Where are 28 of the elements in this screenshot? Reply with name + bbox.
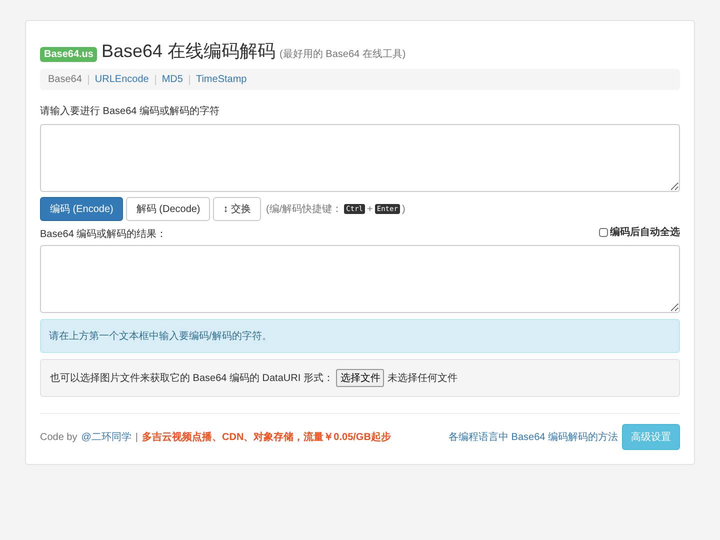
credit-text: Code by: [40, 432, 78, 442]
plus-sign: +: [367, 204, 373, 214]
info-alert: 请在上方第一个文本框中输入要编码/解码的字符。: [40, 319, 680, 353]
choose-file-button[interactable]: 选择文件: [336, 369, 384, 387]
action-button[interactable]: ↕ 交换: [213, 197, 262, 221]
author-link[interactable]: @二环同学: [81, 430, 132, 444]
file-status: 未选择任何文件: [387, 372, 458, 385]
methods-link[interactable]: 各编程语言中 Base64 编码解码的方法: [448, 430, 618, 444]
nav-link[interactable]: MD5: [162, 74, 183, 85]
shortcut-hint: ): [402, 204, 406, 214]
promo-link[interactable]: 多吉云视频点播、CDN、对象存储，流量￥0.05/GB起步: [142, 430, 391, 444]
nav-link[interactable]: TimeStamp: [196, 74, 247, 85]
action-button[interactable]: 编码 (Encode): [40, 197, 124, 221]
separator-text: |: [135, 432, 138, 442]
auto-select-checkbox[interactable]: [599, 228, 608, 236]
result-label: Base64 编码或解码的结果：: [40, 228, 167, 241]
input-textarea[interactable]: [40, 124, 680, 192]
nav-link[interactable]: URLEncode: [94, 74, 149, 85]
result-textarea[interactable]: [40, 245, 680, 313]
page-subtitle: (最好用的 Base64 在线工具): [280, 48, 406, 61]
input-label: 请输入要进行 Base64 编码或解码的字符: [40, 104, 220, 118]
auto-select-label: 编码后自动全选: [610, 226, 680, 239]
file-hint: 也可以选择图片文件来获取它的 Base64 编码的 DataURI 形式：: [50, 372, 334, 385]
action-button[interactable]: 解码 (Decode): [126, 197, 210, 221]
site-badge: Base64.us: [40, 47, 98, 62]
nav-link[interactable]: Base64: [48, 74, 82, 85]
page-title: Base64 在线编码解码: [101, 40, 276, 63]
shortcut-hint: (编/解码快捷键：: [266, 202, 342, 216]
